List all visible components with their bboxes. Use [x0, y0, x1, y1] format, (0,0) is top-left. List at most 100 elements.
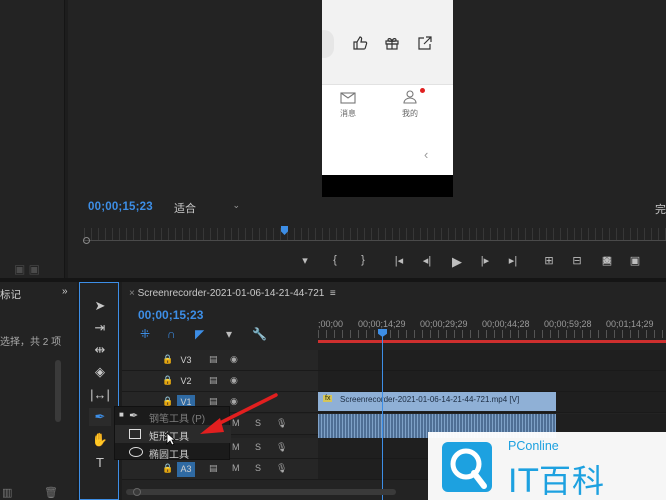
panel-menu-icon[interactable]: ≡: [330, 288, 336, 299]
preview-letterbox: [322, 175, 453, 197]
track-label[interactable]: V2: [177, 374, 195, 389]
trash-icon[interactable]: 🗑: [44, 486, 58, 499]
nest-icon[interactable]: ⁜: [140, 327, 150, 341]
pen-icon: ✒: [129, 410, 139, 422]
zoom-fit-select[interactable]: 适合 ⌄: [174, 200, 244, 215]
mouse-cursor-icon: [166, 432, 176, 446]
eye-icon[interactable]: ◉: [230, 375, 238, 386]
ruler-ticks: [318, 330, 666, 338]
go-to-in-icon[interactable]: |◂: [390, 254, 408, 267]
rectangle-icon: [129, 429, 141, 439]
in-point-icon[interactable]: {: [326, 254, 344, 266]
gift-icon: [384, 35, 400, 55]
notification-dot: [420, 88, 425, 93]
step-back-icon[interactable]: ◂|: [418, 254, 436, 267]
track-header-v3[interactable]: 🔒 V3 ▤ ◉: [122, 350, 318, 371]
insert-icon[interactable]: ⊞: [540, 254, 558, 267]
selected-bullet-icon: ■: [119, 410, 124, 419]
list-view-icon[interactable]: ▥: [2, 486, 12, 499]
lock-icon[interactable]: 🔒: [162, 375, 173, 386]
razor-tool-icon[interactable]: ◈: [89, 363, 111, 381]
work-area-bar[interactable]: [318, 340, 666, 343]
microphone-icon[interactable]: 🎙: [276, 442, 287, 453]
track-lane-v2[interactable]: [318, 371, 666, 392]
ripple-edit-tool-icon[interactable]: ⇹: [89, 341, 111, 359]
compare-icon[interactable]: ▣: [626, 254, 644, 267]
share-icon: [417, 35, 433, 55]
thumbs-up-icon: [352, 35, 368, 55]
linked-selection-icon[interactable]: ◤: [195, 327, 204, 341]
video-clip[interactable]: fx Screenrecorder-2021-01-06-14-21-44-72…: [318, 392, 556, 411]
marker-icon[interactable]: ▾: [296, 254, 314, 267]
profile-icon: [390, 90, 430, 108]
pen-tool-icon[interactable]: ✒: [89, 408, 111, 426]
ruler-label: 00;00;29;29: [420, 319, 468, 329]
track-label[interactable]: V3: [177, 353, 195, 368]
watermark-name: IT百科: [508, 462, 605, 500]
preview-divider: [322, 84, 453, 85]
clip-label: Screenrecorder-2021-01-06-14-21-44-721.m…: [340, 395, 520, 404]
timeline-scrollbar[interactable]: [126, 489, 396, 495]
tools-panel: ➤ ⇥ ⇹ ◈ |↔| ✒ ✋ T: [79, 282, 119, 500]
video-preview: 消息 我的: [322, 0, 453, 197]
timeline-timecode[interactable]: 00;00;15;23: [138, 308, 203, 322]
scroll-handle[interactable]: [133, 488, 141, 496]
play-icon[interactable]: ▶: [448, 254, 466, 270]
watermark-brand: PConline: [508, 439, 559, 453]
mute-button[interactable]: M: [232, 442, 240, 452]
annotation-arrow-icon: [200, 393, 278, 434]
mute-button[interactable]: M: [232, 463, 240, 473]
solo-button[interactable]: S: [255, 463, 261, 473]
slip-tool-icon[interactable]: |↔|: [89, 386, 111, 404]
track-select-tool-icon[interactable]: ⇥: [89, 319, 111, 337]
monitor-ruler[interactable]: [84, 228, 666, 240]
tab-profile-label: 我的: [402, 109, 418, 118]
timeline-playhead-line[interactable]: [382, 330, 383, 500]
ellipse-icon: [129, 447, 143, 457]
eye-icon[interactable]: ◉: [230, 354, 238, 365]
zoom-handle[interactable]: [83, 237, 90, 244]
fx-badge: fx: [323, 395, 333, 402]
monitor-scrub-track[interactable]: [84, 240, 666, 241]
go-to-out-icon[interactable]: ▸|: [504, 254, 522, 267]
sync-lock-icon[interactable]: ▤: [209, 463, 218, 474]
tab-profile: 我的: [390, 90, 430, 119]
ruler-label: ;00;00: [318, 319, 344, 329]
zoom-fit-value: 适合: [174, 203, 196, 215]
panel-overflow-button[interactable]: »: [62, 286, 68, 297]
left-panel-top: ▣ ▣: [0, 0, 65, 278]
selection-count: 选择，共 2 项: [0, 337, 62, 348]
track-label[interactable]: A3: [177, 462, 195, 477]
playhead-timecode[interactable]: 00;00;15;23: [88, 201, 153, 213]
ruler-label: 00;00;59;28: [544, 319, 592, 329]
sync-lock-icon[interactable]: ▤: [209, 375, 218, 386]
solo-button[interactable]: S: [255, 442, 261, 452]
camera-icon[interactable]: ◙: [598, 254, 616, 266]
snap-icon[interactable]: ∩: [167, 327, 176, 341]
track-header-v2[interactable]: 🔒 V2 ▤ ◉: [122, 371, 318, 392]
watermark: PConline IT百科: [428, 432, 666, 500]
wrench-icon[interactable]: 🔧: [252, 327, 267, 341]
hand-tool-icon[interactable]: ✋: [89, 431, 111, 449]
ruler-label: 00;01;14;29: [606, 319, 654, 329]
sequence-tab[interactable]: Screenrecorder-2021-01-06-14-21-44-721 ≡: [132, 288, 336, 299]
project-scrollbar[interactable]: [55, 360, 61, 422]
selection-tool-icon[interactable]: ➤: [89, 297, 111, 315]
overwrite-icon[interactable]: ⊟: [568, 254, 586, 267]
sync-lock-icon[interactable]: ▤: [209, 354, 218, 365]
resolution-select[interactable]: 完: [655, 201, 666, 217]
track-header-a3[interactable]: 🔒 A3 ▤ M S 🎙: [122, 459, 318, 480]
pconline-logo-icon: [442, 442, 492, 492]
ruler-label: 00;00;14;29: [358, 319, 406, 329]
microphone-icon[interactable]: 🎙: [276, 463, 287, 474]
type-tool-icon[interactable]: T: [89, 454, 111, 472]
panel-footer-icons: ▣ ▣: [14, 262, 41, 276]
lock-icon[interactable]: 🔒: [162, 354, 173, 365]
track-lane-v3[interactable]: [318, 350, 666, 371]
project-panel: [0, 282, 77, 500]
step-forward-icon[interactable]: |▸: [476, 254, 494, 267]
lock-icon[interactable]: 🔒: [162, 463, 173, 474]
add-marker-icon[interactable]: ▾: [226, 327, 232, 341]
out-point-icon[interactable]: }: [354, 254, 372, 266]
project-panel-title[interactable]: 标记: [0, 287, 21, 302]
